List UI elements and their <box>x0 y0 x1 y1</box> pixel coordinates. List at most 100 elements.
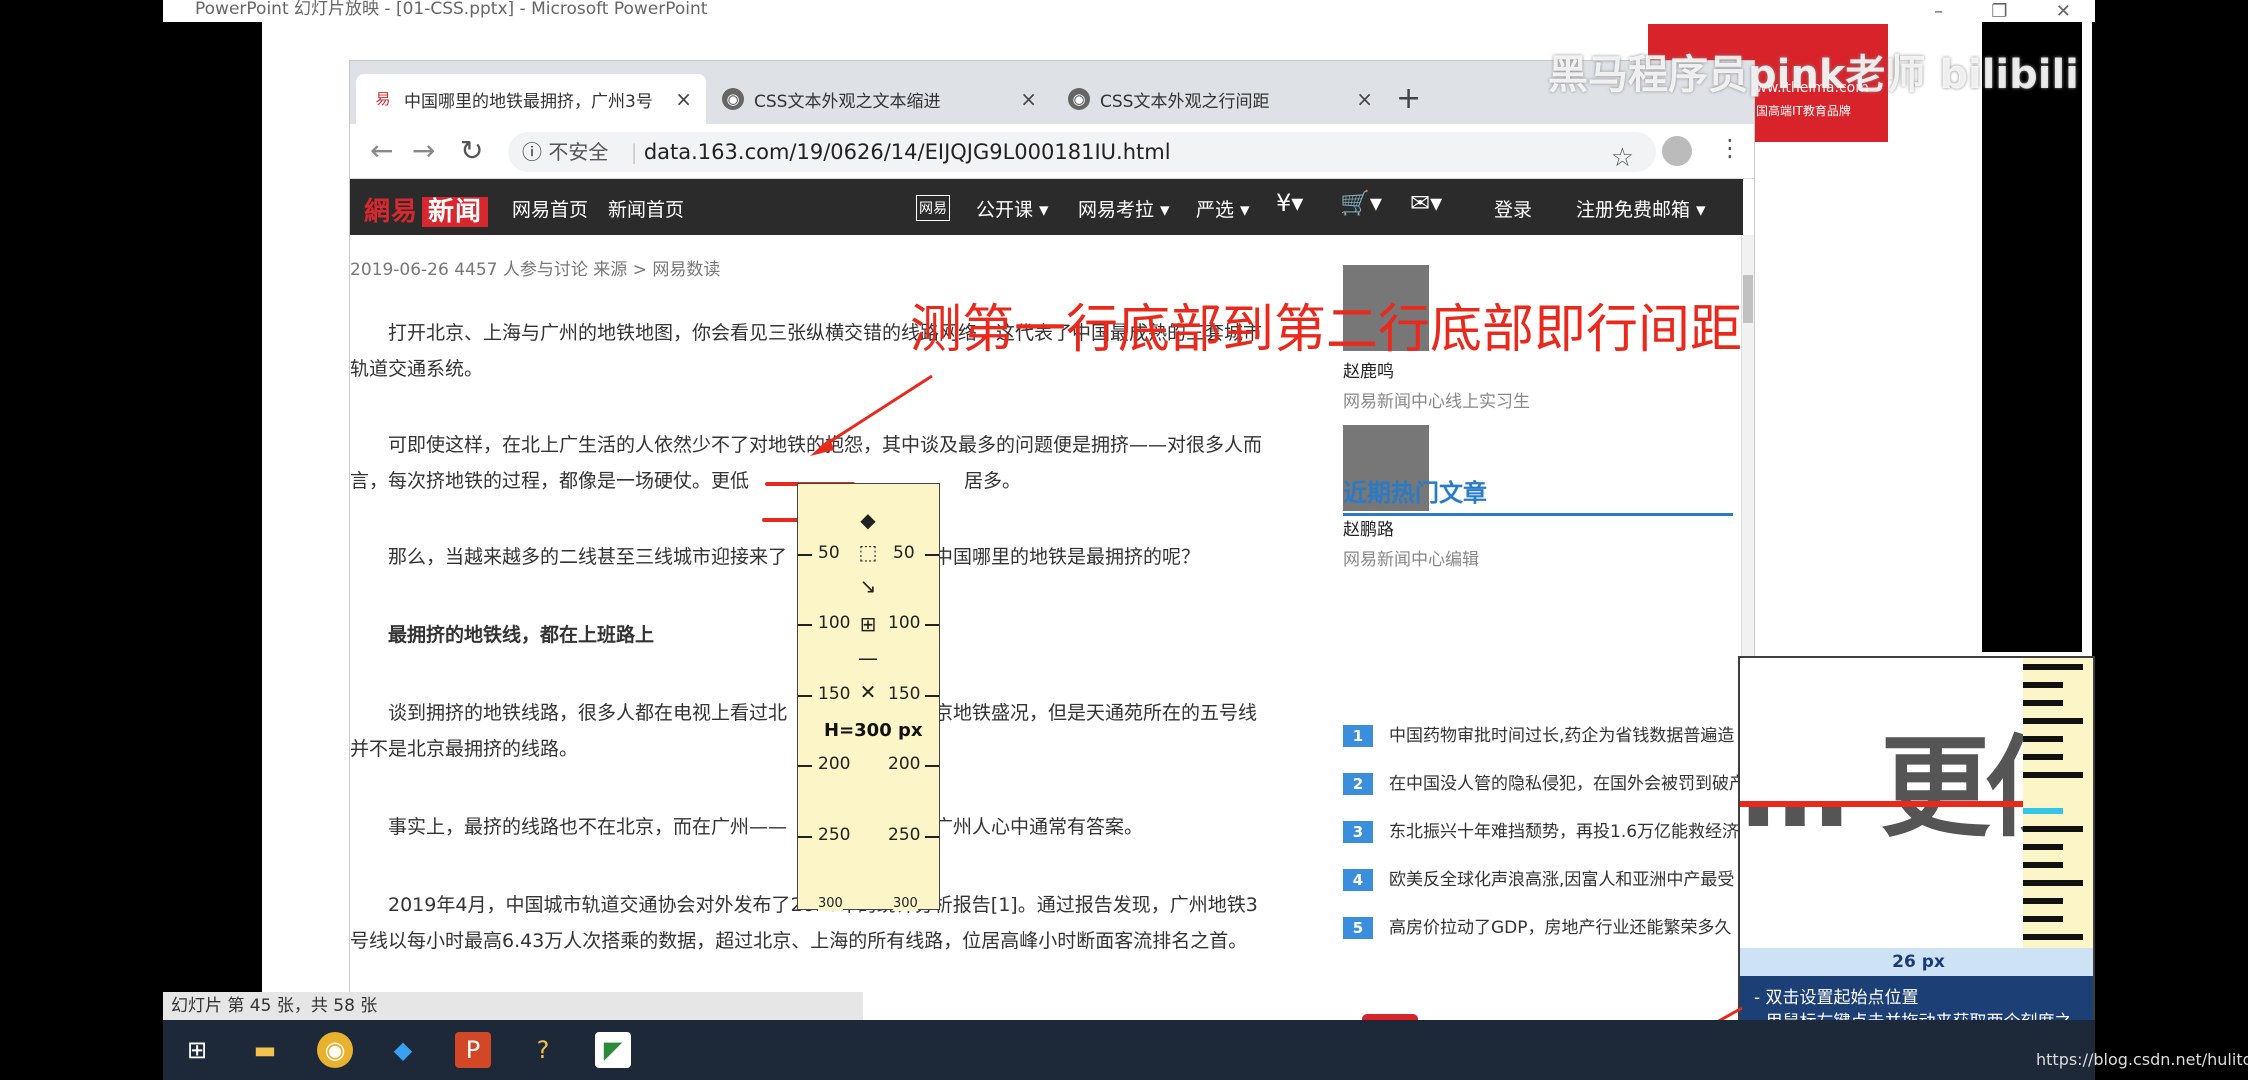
cart-icon[interactable]: 🛒▾ <box>1340 189 1382 217</box>
author-role: 网易新闻中心线上实习生 <box>1343 392 1530 412</box>
tab-163-article[interactable]: 易 中国哪里的地铁最拥挤，广州3号 × <box>356 74 706 124</box>
powerpoint-title: PowerPoint 幻灯片放映 - [01-CSS.pptx] - Micro… <box>163 0 2095 22</box>
ruler-label: 300 <box>818 896 843 911</box>
tab-close-icon[interactable]: × <box>675 87 692 111</box>
ruler-tick <box>925 624 939 626</box>
ruler-label: 150 <box>888 684 921 704</box>
article-paragraph-fragment: 京地铁盛况，但是天通苑所在的五号线 <box>934 702 1258 724</box>
toolbar: ← → ↻ ⓘ 不安全 | data.163.com/19/0626/14/EI… <box>350 124 1754 179</box>
hot-articles-title: 近期热门文章 <box>1343 479 1487 507</box>
tab-css-indent[interactable]: ◉ CSS文本外观之文本缩进 × <box>706 74 1051 124</box>
ruler-tick <box>798 695 812 697</box>
info-icon[interactable]: ⓘ <box>522 140 542 164</box>
hot-article-title: 东北振兴十年难挡颓势，再投1.6万亿能救经济 <box>1389 822 1740 842</box>
back-icon[interactable]: ← <box>370 134 393 167</box>
ruler-tick <box>798 624 812 626</box>
magnified-ruler <box>2023 658 2093 948</box>
bookmark-star-icon[interactable]: ☆ <box>1611 138 1634 178</box>
crop-icon[interactable]: ⬚ <box>856 540 880 564</box>
nav-kaola[interactable]: 网易考拉 ▾ <box>1078 195 1170 222</box>
netease-news-logo[interactable]: 網易 新闻 <box>360 191 489 228</box>
hot-article-item[interactable]: 1 中国药物审批时间过长,药企为省钱数据普遍造 <box>1343 721 1743 747</box>
ruler-tick <box>2023 916 2063 922</box>
author-name[interactable]: 赵鹏路 <box>1343 515 1394 540</box>
ruler-tick <box>2023 736 2063 742</box>
ruler-label: 200 <box>818 754 851 774</box>
address-bar[interactable]: ⓘ 不安全 | data.163.com/19/0626/14/EIJQJG9L… <box>508 132 1656 173</box>
nav-label: 严选 <box>1196 199 1235 221</box>
nav-yanxuan[interactable]: 严选 ▾ <box>1196 195 1250 222</box>
nav-open-course[interactable]: 公开课 ▾ <box>976 195 1049 222</box>
article-paragraph: 谈到拥挤的地铁线路，很多人都在电视上看过北 <box>388 702 788 724</box>
ruler-tick <box>925 765 939 767</box>
ruler-tick <box>925 695 939 697</box>
ruler-label: 150 <box>818 684 851 704</box>
register-mail-link[interactable]: 注册免费邮箱 ▾ <box>1576 195 1706 222</box>
article-paragraph: 那么，当越来越多的二线甚至三线城市迎接来了 <box>388 546 788 568</box>
hot-article-item[interactable]: 2 在中国没人管的隐私侵犯，在国外会被罚到破产 <box>1343 769 1743 795</box>
hot-article-item[interactable]: 5 高房价拉动了GDP，房地产行业还能繁荣多久 <box>1343 913 1743 939</box>
article-paragraph-fragment: 居多。 <box>964 470 1022 492</box>
restore-icon[interactable]: ❐ <box>1991 1 2007 22</box>
ruler-height-readout: H=300 px <box>824 720 923 741</box>
tab-close-icon[interactable]: × <box>1020 87 1037 111</box>
netease-favicon-icon: 易 <box>375 90 391 108</box>
itheima-slogan: 中国高端IT教育品牌 <box>1744 104 1851 118</box>
zoom-icon[interactable]: ⊞ <box>856 612 880 636</box>
tab-css-line-height[interactable]: ◉ CSS文本外观之行间距 × <box>1052 74 1387 124</box>
app-icon[interactable]: ◤ <box>595 1032 631 1068</box>
nav-link-home[interactable]: 网易首页 <box>512 195 588 222</box>
menu-icon[interactable]: ⋮ <box>1718 134 1742 162</box>
ruler-tick <box>2023 826 2083 832</box>
reload-icon[interactable]: ↻ <box>460 134 483 167</box>
hot-article-item[interactable]: 3 东北振兴十年难挡颓势，再投1.6万亿能救经济 <box>1343 817 1743 843</box>
hot-article-title: 在中国没人管的隐私侵犯，在国外会被罚到破产 <box>1389 774 1743 794</box>
ruler-label: 300 <box>893 896 918 911</box>
move-icon[interactable]: ◆ <box>856 508 880 532</box>
ruler-label: 50 <box>893 543 915 563</box>
window-controls: – ❐ ✕ <box>1910 0 2095 22</box>
nav-label: 公开课 <box>976 199 1034 221</box>
ruler-tick <box>2023 664 2083 670</box>
insecure-label: 不安全 <box>548 140 609 164</box>
nav-yen[interactable]: ¥▾ <box>1276 189 1303 217</box>
profile-avatar[interactable] <box>1662 136 1692 166</box>
article-meta: 2019-06-26 4457 人参与讨论 来源 > 网易数读 <box>350 260 721 280</box>
article-paragraph: 事实上，最挤的线路也不在北京，而在广州—— <box>388 816 788 838</box>
rank-badge: 3 <box>1343 821 1373 843</box>
minimize-icon[interactable]: – <box>1934 1 1943 22</box>
close-icon[interactable]: ✕ <box>2056 1 2071 22</box>
hot-article-item[interactable]: 4 欧美反全球化声浪高涨,因富人和亚洲中产最受 <box>1343 865 1743 891</box>
rank-badge: 4 <box>1343 869 1373 891</box>
help-icon[interactable]: ? <box>525 1032 561 1068</box>
chrome-icon[interactable]: ◉ <box>317 1032 353 1068</box>
nav-label: 注册免费邮箱 <box>1576 199 1691 221</box>
new-tab-button[interactable]: + <box>1396 81 1421 116</box>
file-explorer-icon[interactable]: ▬ <box>247 1032 283 1068</box>
ruler-label: 250 <box>818 825 851 845</box>
slideshow-status: 幻灯片 第 45 张，共 58 张 <box>163 992 863 1020</box>
minus-icon[interactable]: — <box>856 646 880 670</box>
netease-app-icon[interactable]: 网易 <box>916 195 950 221</box>
powerpoint-icon[interactable]: P <box>455 1032 491 1068</box>
tab-strip: 易 中国哪里的地铁最拥挤，广州3号 × ◉ CSS文本外观之文本缩进 × ◉ C… <box>350 61 1754 124</box>
ruler-tick <box>798 554 812 556</box>
ruler-tick <box>925 554 939 556</box>
login-link[interactable]: 登录 <box>1494 195 1532 222</box>
tab-label: CSS文本外观之行间距 <box>1100 91 1270 112</box>
hot-article-title: 中国药物审批时间过长,药企为省钱数据普遍造 <box>1389 726 1735 746</box>
mail-icon[interactable]: ✉▾ <box>1410 189 1442 217</box>
screen-ruler[interactable]: 50 50 100 100 150 150 200 200 250 250 30… <box>797 483 940 911</box>
chrome-window: 易 中国哪里的地铁最拥挤，广州3号 × ◉ CSS文本外观之文本缩进 × ◉ C… <box>349 60 1755 1045</box>
forward-icon[interactable]: → <box>412 134 435 167</box>
article-paragraph-fragment: 中国哪里的地铁是最拥挤的呢？ <box>934 546 1201 568</box>
vscode-icon[interactable]: ◆ <box>385 1032 421 1068</box>
close-ruler-icon[interactable]: ✕ <box>856 680 880 704</box>
url-text[interactable]: data.163.com/19/0626/14/EIJQJG9L000181IU… <box>644 140 1171 164</box>
resize-icon[interactable]: ↘ <box>856 574 880 598</box>
scroll-thumb[interactable] <box>1743 275 1753 323</box>
nav-link-news[interactable]: 新闻首页 <box>608 195 684 222</box>
ruler-label: 250 <box>888 825 921 845</box>
tab-close-icon[interactable]: × <box>1356 87 1373 111</box>
windows-icon[interactable]: ⊞ <box>179 1032 215 1068</box>
